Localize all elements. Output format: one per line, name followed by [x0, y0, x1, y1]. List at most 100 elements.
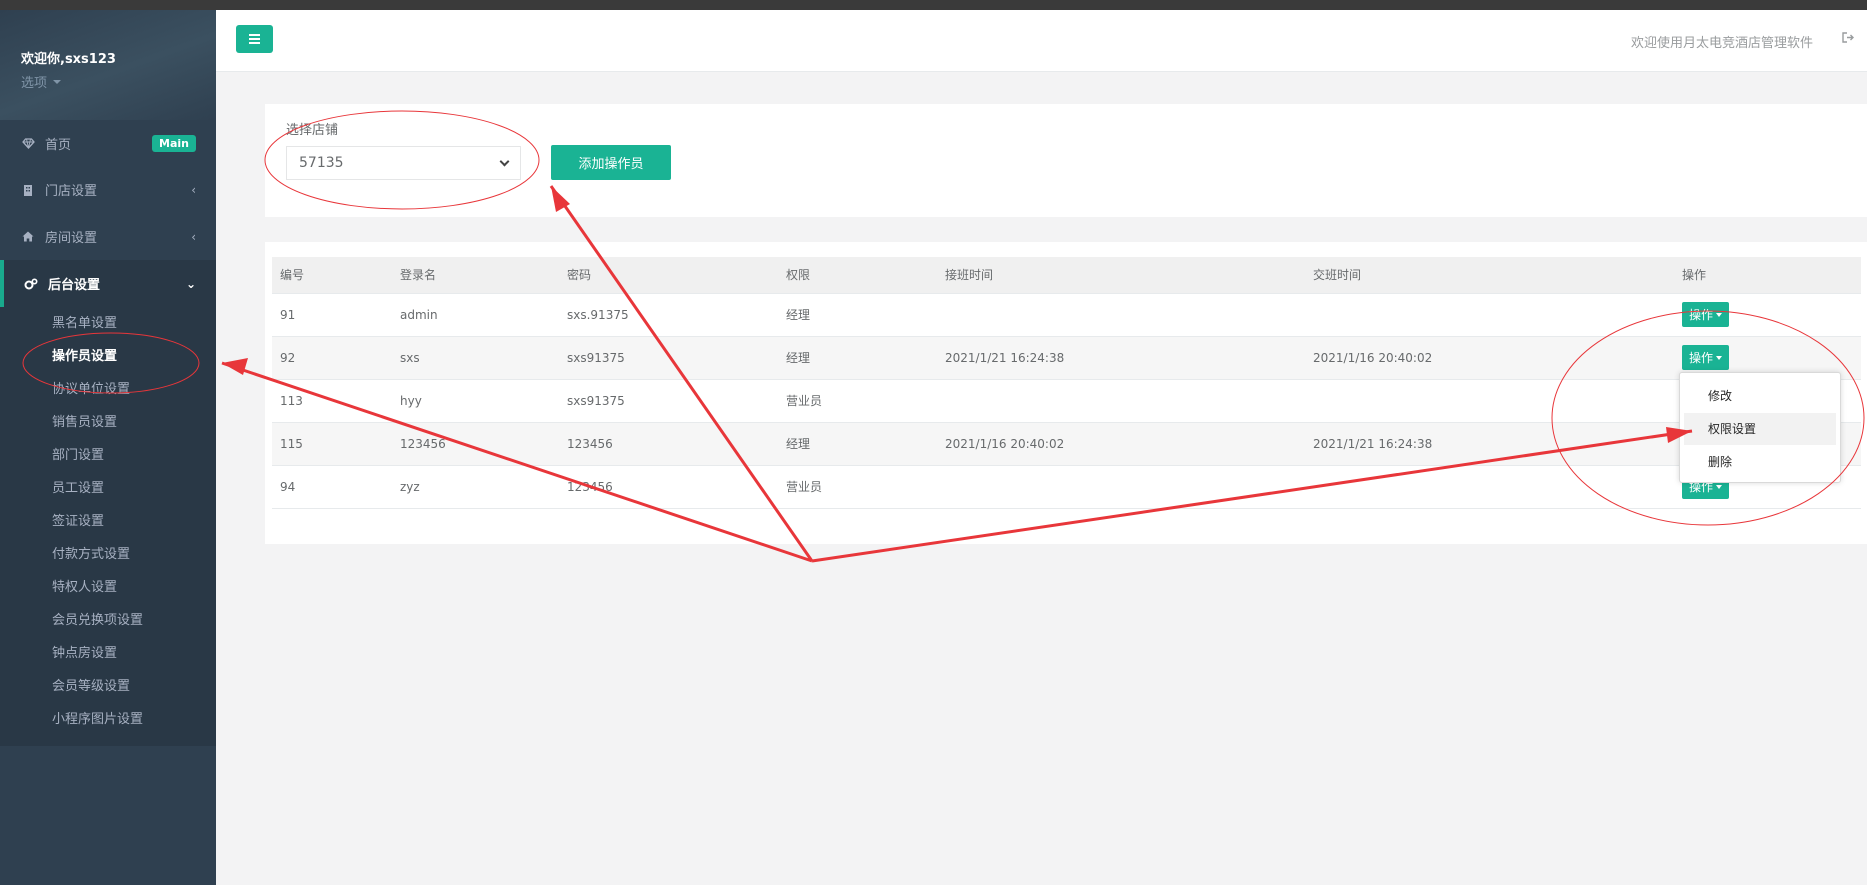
hamburger-icon — [249, 38, 260, 40]
cell-action: 操作 — [1674, 293, 1861, 337]
submenu-item-blacklist[interactable]: 黑名单设置 — [0, 307, 216, 340]
store-select-value: 57135 — [299, 155, 344, 171]
sidebar-item-label: 房间设置 — [45, 231, 98, 246]
top-navbar: 欢迎使用月太电竞酒店管理软件 — [216, 10, 1867, 72]
cell-off-duty — [1305, 293, 1674, 337]
column-header-login: 登录名 — [392, 257, 559, 294]
submenu-item-salesperson[interactable]: 销售员设置 — [0, 406, 216, 439]
cell-password: sxs.91375 — [559, 293, 778, 337]
cell-id: 94 — [272, 465, 392, 509]
submenu-item-member-level[interactable]: 会员等级设置 — [0, 670, 216, 703]
sidebar-item-home[interactable]: 首页 Main — [0, 120, 216, 166]
add-operator-button[interactable]: 添加操作员 — [551, 145, 671, 180]
operator-table-panel: 编号 登录名 密码 权限 接班时间 交班时间 操作 91 admin sxs.9… — [265, 242, 1867, 544]
chevron-left-icon: ‹ — [191, 182, 196, 197]
cell-on-duty — [937, 293, 1305, 337]
table-header-row: 编号 登录名 密码 权限 接班时间 交班时间 操作 — [272, 257, 1861, 294]
cell-role: 营业员 — [778, 465, 937, 509]
submenu-item-visa[interactable]: 签证设置 — [0, 505, 216, 538]
table-row: 94 zyz 123456 营业员 操作 — [272, 465, 1861, 509]
hamburger-icon — [249, 34, 260, 36]
chevron-down-icon — [499, 156, 510, 167]
submenu-item-hourly-room[interactable]: 钟点房设置 — [0, 637, 216, 670]
table-row: 115 123456 123456 经理 2021/1/16 20:40:02 … — [272, 422, 1861, 466]
building-icon — [21, 183, 35, 197]
row-action-button[interactable]: 操作 — [1682, 302, 1730, 327]
sidebar-item-label: 首页 — [45, 137, 72, 153]
submenu-item-employee[interactable]: 员工设置 — [0, 472, 216, 505]
submenu-item-agreement-unit[interactable]: 协议单位设置 — [0, 373, 216, 406]
column-header-id: 编号 — [272, 257, 392, 294]
cogs-icon — [24, 277, 38, 291]
cell-on-duty: 2021/1/21 16:24:38 — [937, 336, 1305, 380]
store-select-label: 选择店铺 — [286, 123, 339, 138]
sidebar-item-label: 门店设置 — [45, 184, 98, 199]
cell-login: 123456 — [392, 422, 559, 466]
submenu-item-privileged-person[interactable]: 特权人设置 — [0, 571, 216, 604]
cell-off-duty — [1305, 379, 1674, 423]
submenu-item-member-exchange[interactable]: 会员兑换项设置 — [0, 604, 216, 637]
caret-down-icon — [1716, 355, 1723, 360]
submenu-item-operator[interactable]: 操作员设置 — [0, 340, 216, 373]
dropdown-item-permission-settings[interactable]: 权限设置 — [1684, 413, 1836, 445]
cell-login: hyy — [392, 379, 559, 423]
main-badge: Main — [152, 134, 196, 152]
cell-role: 经理 — [778, 422, 937, 466]
home-icon — [21, 230, 35, 244]
menu-toggle-button[interactable] — [236, 25, 273, 53]
action-label: 操作 — [1689, 308, 1714, 322]
column-header-on-duty: 接班时间 — [937, 257, 1305, 294]
cell-role: 营业员 — [778, 379, 937, 423]
column-header-off-duty: 交班时间 — [1305, 257, 1674, 294]
app-welcome-text: 欢迎使用月太电竞酒店管理软件 — [1630, 36, 1813, 51]
cell-password: 123456 — [559, 465, 778, 509]
sidebar-item-backend-settings[interactable]: 后台设置 ⌄ — [0, 260, 216, 307]
cell-on-duty: 2021/1/16 20:40:02 — [937, 422, 1305, 466]
cell-role: 经理 — [778, 293, 937, 337]
cell-password: sxs91375 — [559, 379, 778, 423]
caret-down-icon — [53, 79, 62, 84]
cell-login: sxs — [392, 336, 559, 380]
column-header-action: 操作 — [1674, 257, 1861, 294]
sidebar-item-store-settings[interactable]: 门店设置 ‹ — [0, 166, 216, 213]
options-label: 选项 — [21, 76, 48, 91]
cell-login: admin — [392, 293, 559, 337]
chevron-left-icon: ‹ — [191, 229, 196, 244]
submenu-item-payment-method[interactable]: 付款方式设置 — [0, 538, 216, 571]
cell-id: 115 — [272, 422, 392, 466]
cell-on-duty — [937, 379, 1305, 423]
cell-on-duty — [937, 465, 1305, 509]
logout-icon[interactable] — [1842, 32, 1855, 47]
options-dropdown[interactable]: 选项 — [21, 72, 216, 91]
sidebar: 欢迎你,sxs123 选项 首页 Main 门店设置 ‹ 房间设置 ‹ 后台设置… — [0, 10, 216, 885]
sidebar-item-label: 后台设置 — [48, 278, 101, 293]
diamond-icon — [21, 136, 35, 150]
hamburger-icon — [249, 42, 260, 44]
user-welcome: 欢迎你,sxs123 — [21, 52, 116, 67]
row-action-dropdown: 修改 权限设置 删除 — [1679, 372, 1841, 483]
operator-table: 编号 登录名 密码 权限 接班时间 交班时间 操作 91 admin sxs.9… — [272, 257, 1861, 509]
table-row: 113 hyy sxs91375 营业员 — [272, 379, 1861, 423]
cell-password: sxs91375 — [559, 336, 778, 380]
store-select[interactable]: 57135 — [286, 146, 521, 180]
cell-id: 92 — [272, 336, 392, 380]
action-label: 操作 — [1689, 351, 1714, 365]
browser-bookmark-strip — [0, 0, 1867, 10]
backend-submenu: 黑名单设置 操作员设置 协议单位设置 销售员设置 部门设置 员工设置 签证设置 … — [0, 307, 216, 746]
caret-down-icon — [1716, 484, 1723, 489]
cell-login: zyz — [392, 465, 559, 509]
submenu-item-department[interactable]: 部门设置 — [0, 439, 216, 472]
column-header-password: 密码 — [559, 257, 778, 294]
row-action-button[interactable]: 操作 — [1682, 345, 1730, 370]
cell-off-duty: 2021/1/16 20:40:02 — [1305, 336, 1674, 380]
dropdown-item-delete[interactable]: 删除 — [1684, 446, 1836, 478]
sidebar-item-room-settings[interactable]: 房间设置 ‹ — [0, 213, 216, 260]
column-header-role: 权限 — [778, 257, 937, 294]
cell-off-duty — [1305, 465, 1674, 509]
dropdown-item-edit[interactable]: 修改 — [1684, 380, 1836, 412]
store-filter-panel: 选择店铺 57135 添加操作员 — [265, 104, 1867, 217]
submenu-item-miniprogram-image[interactable]: 小程序图片设置 — [0, 703, 216, 736]
profile-area: 欢迎你,sxs123 选项 — [0, 10, 216, 120]
table-row: 91 admin sxs.91375 经理 操作 — [272, 293, 1861, 337]
cell-off-duty: 2021/1/21 16:24:38 — [1305, 422, 1674, 466]
